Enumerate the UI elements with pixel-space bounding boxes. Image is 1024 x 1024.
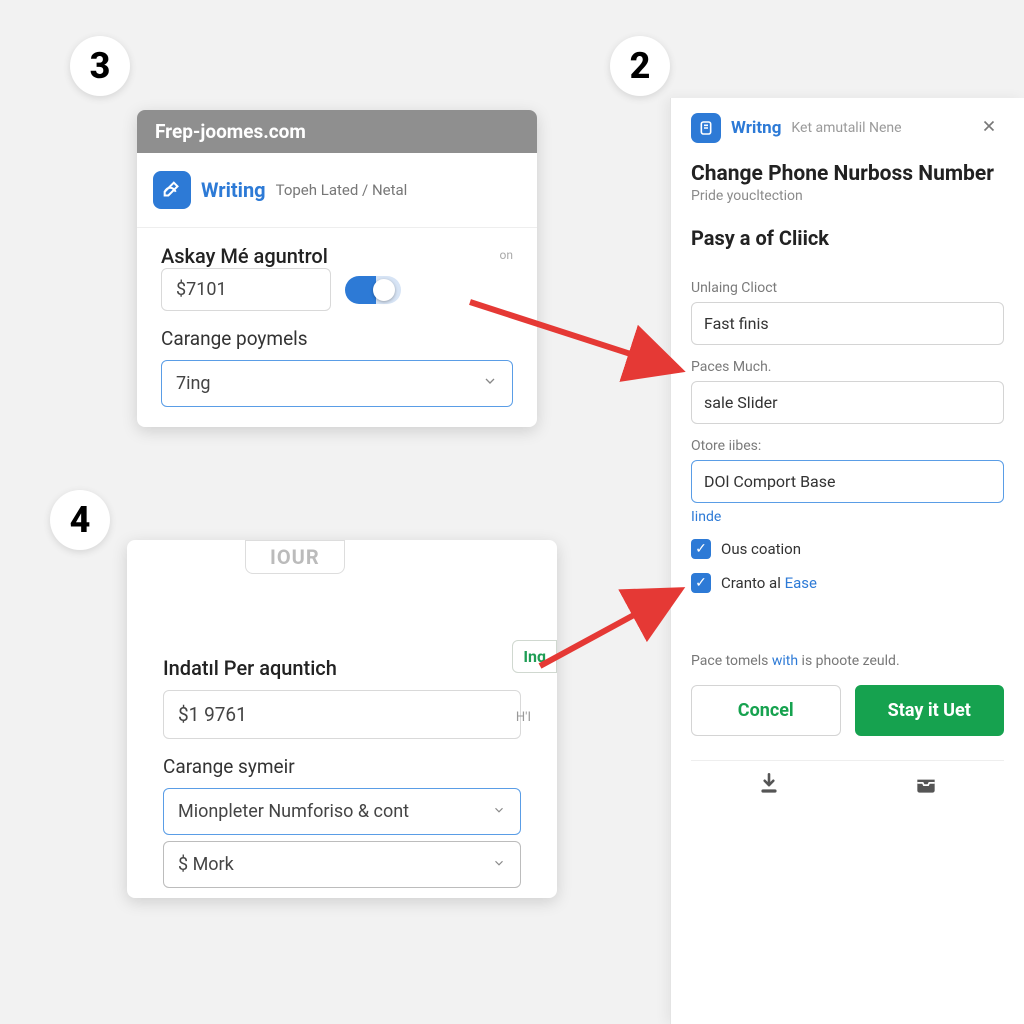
- section-label-askay: Askay Mé aguntrol: [161, 244, 328, 268]
- section-label-indatil: Indatıl Per aquntich: [163, 656, 521, 680]
- dialog-title: Change Phone Nurboss Number: [691, 162, 1004, 186]
- select-mionpleter[interactable]: Mionpleter Numforiso & cont: [163, 788, 521, 835]
- section-heading-pasy: Pasy a of Cliick: [691, 226, 1004, 250]
- writing-app-icon: [153, 171, 191, 209]
- checkbox-row-ous[interactable]: ✓ Ous coation: [691, 539, 1004, 559]
- checkbox-row-cranto[interactable]: ✓ Cranto al Ease: [691, 573, 1004, 593]
- chevron-down-icon: [482, 373, 498, 394]
- field-label-unlaing: Unlaing Clioct: [691, 280, 1004, 296]
- checkbox-label: Ous coation: [721, 540, 801, 558]
- amount-input-2[interactable]: $1 9761: [163, 690, 521, 739]
- amount-input[interactable]: $7101: [161, 268, 331, 311]
- checkbox-checked-icon: ✓: [691, 573, 711, 593]
- checkbox-label: Cranto al Ease: [721, 574, 817, 592]
- select-mork[interactable]: $ Mork: [163, 841, 521, 888]
- close-icon[interactable]: [974, 112, 1004, 144]
- app-header: Writing Topeh Lated / Netal: [137, 153, 537, 228]
- dialog-subtitle: Pride youcltection: [691, 188, 1004, 204]
- app-brand-label: Writng: [731, 118, 781, 138]
- checkbox-checked-icon: ✓: [691, 539, 711, 559]
- section-label-carange: Carange poymels: [161, 327, 513, 350]
- panel-4: IOUR Inq H'I Indatıl Per aquntich $1 976…: [127, 540, 557, 898]
- step-badge-3: 3: [70, 36, 130, 96]
- download-icon[interactable]: [756, 771, 782, 801]
- select-value: $ Mork: [178, 854, 234, 875]
- writing-app-icon: [691, 113, 721, 143]
- panel-3: Frep-joomes.com Writing Topeh Lated / Ne…: [137, 110, 537, 427]
- bottom-toolbar: [691, 760, 1004, 815]
- toggle-knob: [373, 279, 395, 301]
- chevron-down-icon: [492, 801, 506, 822]
- input-comport-base[interactable]: DOl Comport Base: [691, 460, 1004, 503]
- primary-action-button[interactable]: Stay it Uet: [855, 685, 1005, 736]
- input-sale-slider[interactable]: sale Slider: [691, 381, 1004, 424]
- link-inde[interactable]: Iinde: [691, 509, 1004, 525]
- section-label-carange-2: Carange symeir: [163, 755, 521, 778]
- step-badge-2: 2: [610, 36, 670, 96]
- input-fast-finis[interactable]: Fast finis: [691, 302, 1004, 345]
- select-value: 7ing: [176, 373, 211, 394]
- panel-2: Writng Ket amutalil Nene Change Phone Nu…: [670, 98, 1024, 1024]
- select-7ing[interactable]: 7ing: [161, 360, 513, 407]
- breadcrumb: Topeh Lated / Netal: [276, 181, 408, 199]
- app-brand-label: Writing: [201, 178, 266, 202]
- field-label-otore: Otore iibes:: [691, 438, 1004, 454]
- footer-note: Pace tomels with is phoote zeuld.: [691, 653, 1004, 669]
- corner-label-h: H'I: [516, 710, 531, 725]
- toggle-state-label: on: [500, 248, 513, 262]
- chevron-down-icon: [492, 854, 506, 875]
- top-chip: IOUR: [245, 540, 345, 574]
- select-value: Mionpleter Numforiso & cont: [178, 801, 409, 822]
- field-label-paces: Paces Much.: [691, 359, 1004, 375]
- header-subtitle: Ket amutalil Nene: [791, 120, 901, 136]
- window-titlebar: Frep-joomes.com: [137, 110, 537, 153]
- step-badge-4: 4: [50, 490, 110, 550]
- toggle-switch[interactable]: [345, 276, 401, 304]
- side-tag-inq[interactable]: Inq: [512, 640, 557, 673]
- cancel-button[interactable]: Concel: [691, 685, 841, 736]
- inbox-icon[interactable]: [913, 771, 939, 801]
